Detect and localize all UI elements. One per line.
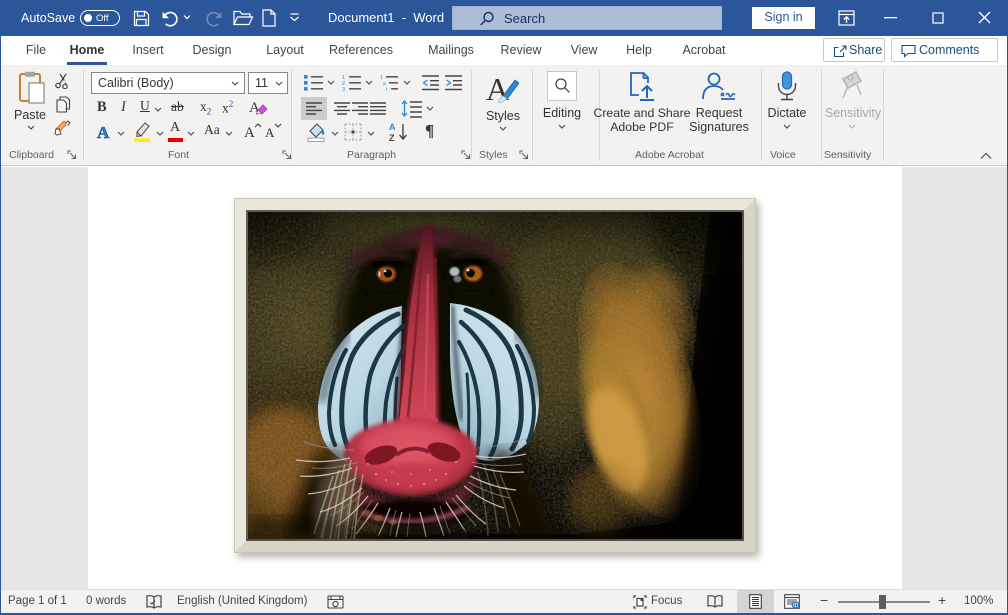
svg-text:i: i bbox=[386, 87, 387, 91]
svg-text:A: A bbox=[97, 123, 110, 141]
svg-text:3: 3 bbox=[342, 87, 345, 91]
svg-text:A: A bbox=[389, 122, 396, 132]
svg-text:A: A bbox=[265, 125, 275, 140]
svg-text:Z: Z bbox=[389, 133, 395, 142]
svg-text:A: A bbox=[244, 125, 255, 140]
svg-text:A: A bbox=[486, 71, 509, 106]
